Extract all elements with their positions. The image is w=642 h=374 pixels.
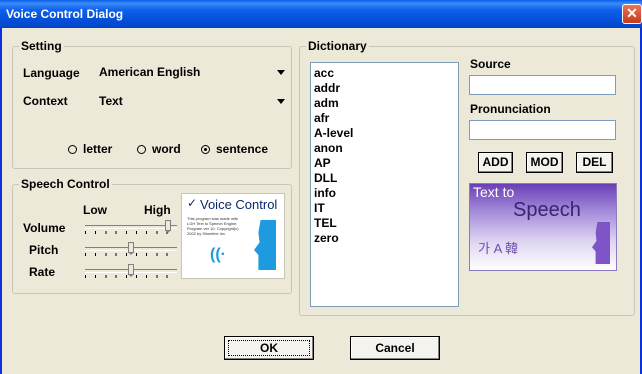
tts-deco: 가 A 韓 — [478, 241, 519, 256]
radio-letter[interactable]: letter — [68, 142, 112, 156]
context-label: Context — [23, 94, 68, 108]
language-label: Language — [23, 66, 80, 80]
radio-word[interactable]: word — [137, 142, 181, 156]
radio-word-icon — [137, 145, 146, 154]
high-label: High — [144, 203, 171, 217]
dictionary-item[interactable]: A-level — [314, 126, 353, 141]
dictionary-item[interactable]: afr — [314, 111, 353, 126]
speech-control-legend: Speech Control — [19, 177, 112, 191]
radio-letter-label: letter — [83, 142, 113, 156]
text-to-speech-banner: Text to Speech 가 A 韓 — [469, 183, 617, 271]
radio-sentence-icon — [201, 145, 210, 154]
speaker-head-icon — [592, 222, 610, 264]
language-value: American English — [99, 65, 201, 79]
dictionary-item[interactable]: addr — [314, 81, 353, 96]
volume-track — [85, 225, 177, 229]
source-input[interactable] — [469, 75, 616, 95]
title-bar[interactable]: Voice Control Dialog ✕ — [0, 0, 642, 28]
dictionary-list[interactable]: acc addr adm afr A-level anon AP DLL info IT TEL ze… — [310, 62, 459, 307]
tts-line2: Speech — [513, 199, 581, 221]
dictionary-items: acc addr adm afr A-level anon AP DLL info IT TEL ze… — [314, 66, 353, 246]
dictionary-item[interactable]: AP — [314, 156, 353, 171]
chevron-down-icon — [277, 99, 285, 104]
pitch-label: Pitch — [29, 243, 59, 257]
mod-button[interactable]: MOD — [526, 152, 563, 173]
close-button[interactable]: ✕ — [622, 4, 642, 24]
volume-label: Volume — [23, 221, 66, 235]
logo-title: Voice Control — [200, 197, 278, 212]
voice-control-dialog: Voice Control Dialog ✕ Setting Language … — [0, 0, 642, 374]
add-button[interactable]: ADD — [478, 152, 513, 173]
cancel-button[interactable]: Cancel — [350, 336, 440, 360]
dictionary-item[interactable]: DLL — [314, 171, 353, 186]
rate-label: Rate — [29, 265, 56, 279]
dictionary-item[interactable]: info — [314, 186, 353, 201]
setting-group: Setting Language American English Contex… — [12, 39, 292, 169]
source-label: Source — [470, 57, 511, 71]
sound-waves-icon: ((· — [210, 246, 226, 263]
del-button[interactable]: DEL — [576, 152, 613, 173]
volume-slider[interactable] — [85, 220, 177, 234]
dictionary-item[interactable]: TEL — [314, 216, 353, 231]
dictionary-legend: Dictionary — [306, 39, 369, 53]
pronunciation-input[interactable] — [469, 120, 616, 140]
language-select[interactable]: American English — [97, 63, 287, 81]
context-select[interactable]: Text — [97, 92, 287, 110]
dictionary-item[interactable]: IT — [314, 201, 353, 216]
rate-slider[interactable] — [85, 264, 177, 278]
setting-legend: Setting — [19, 39, 64, 53]
tts-line1: Text to — [473, 184, 515, 200]
window-title: Voice Control Dialog — [6, 7, 124, 21]
close-icon: ✕ — [626, 5, 638, 21]
speech-control-group: Speech Control Low High Volume Pitch Rat… — [12, 177, 292, 294]
check-mark-icon: ✓ — [187, 196, 198, 210]
dictionary-item[interactable]: adm — [314, 96, 353, 111]
context-value: Text — [99, 94, 123, 108]
logo-text: This program was made with LGH Text to S… — [187, 216, 239, 236]
dictionary-item[interactable]: zero — [314, 231, 353, 246]
rate-thumb[interactable] — [128, 264, 134, 277]
pitch-slider[interactable] — [85, 242, 177, 256]
pronunciation-label: Pronunciation — [470, 102, 551, 116]
radio-letter-icon — [68, 145, 77, 154]
dictionary-item[interactable]: anon — [314, 141, 353, 156]
voice-control-logo: ✓ Voice Control This program was made wi… — [181, 193, 285, 279]
ok-button[interactable]: OK — [224, 336, 314, 360]
volume-ticks — [85, 231, 177, 234]
radio-sentence[interactable]: sentence — [201, 142, 268, 156]
radio-word-label: word — [152, 142, 181, 156]
low-label: Low — [83, 203, 107, 217]
dictionary-group: Dictionary acc addr adm afr A-level anon AP DLL… — [299, 39, 635, 316]
volume-thumb[interactable] — [165, 220, 171, 233]
chevron-down-icon — [277, 70, 285, 75]
pitch-thumb[interactable] — [128, 242, 134, 255]
speaker-head-icon — [254, 220, 276, 270]
radio-sentence-label: sentence — [216, 142, 269, 156]
dictionary-item[interactable]: acc — [314, 66, 353, 81]
